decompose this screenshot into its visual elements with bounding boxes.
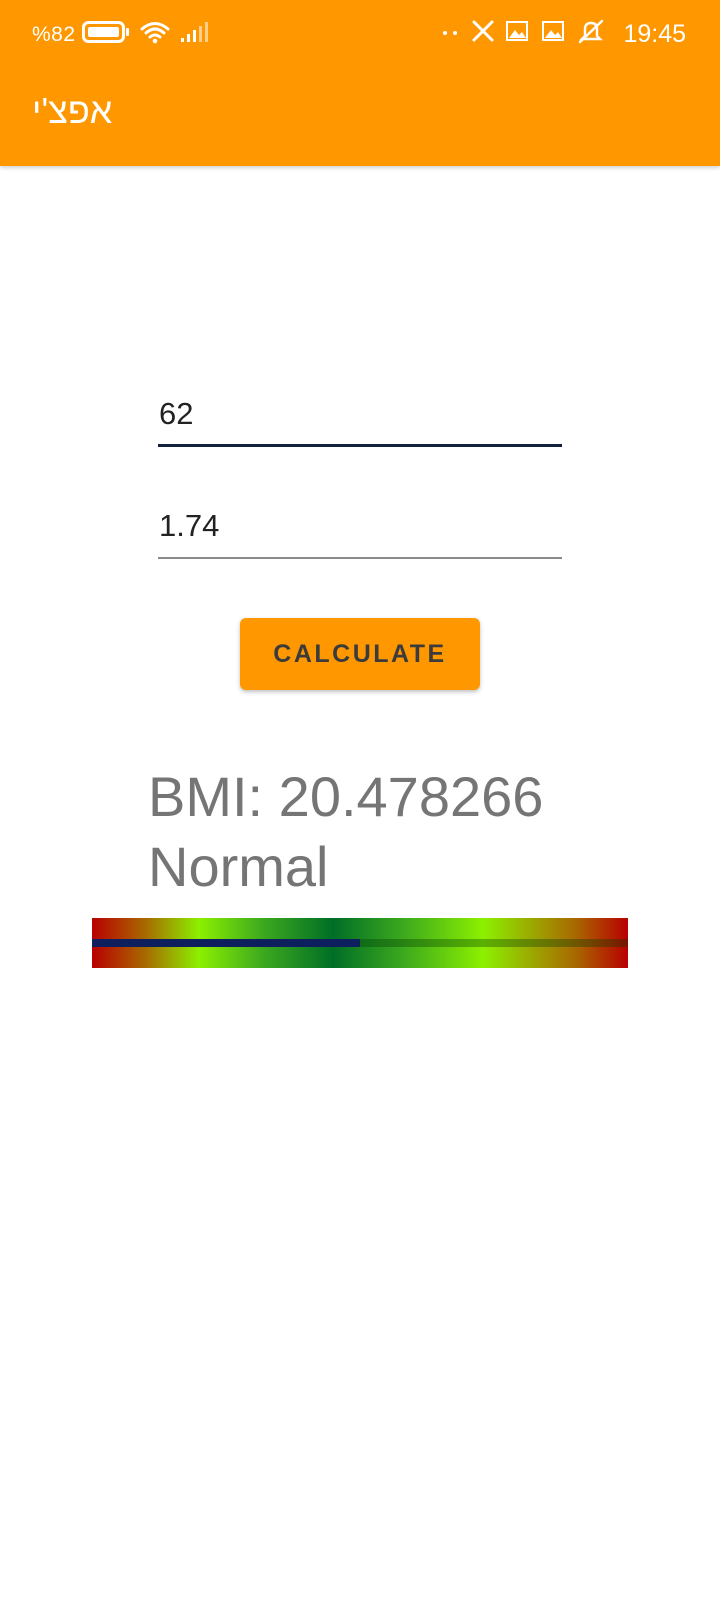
app-bar: %82 19:45 אפצ'י <box>0 0 720 166</box>
height-value: 1.74 <box>159 508 220 543</box>
signal-icon <box>180 21 210 49</box>
battery-percent: %82 <box>32 23 76 46</box>
bmi-value-text: BMI: 20.478266 <box>148 765 544 828</box>
status-right: 19:45 <box>441 18 686 50</box>
weight-underline <box>158 444 562 447</box>
weight-value: 62 <box>159 396 194 431</box>
image-icon <box>541 18 567 50</box>
height-underline <box>158 557 562 559</box>
status-left: %82 <box>32 20 220 50</box>
weight-input[interactable]: 62 <box>158 392 562 448</box>
app-title: אפצ'י <box>32 90 113 131</box>
wifi-icon <box>140 20 170 50</box>
bmi-progress-fill <box>92 939 360 947</box>
image-icon <box>505 18 531 50</box>
bmi-result: BMI: 20.478266 Normal <box>148 762 668 902</box>
height-input[interactable]: 1.74 <box>158 504 562 560</box>
clock: 19:45 <box>623 19 686 48</box>
dots-icon <box>441 19 461 49</box>
x-app-icon <box>471 19 495 49</box>
bmi-progress-bar <box>92 918 628 968</box>
calculate-button[interactable]: CALCULATE <box>240 618 480 690</box>
status-bar: %82 19:45 <box>0 0 720 70</box>
battery-icon <box>81 21 130 49</box>
bmi-category-text: Normal <box>148 835 329 898</box>
mute-icon <box>577 18 605 50</box>
